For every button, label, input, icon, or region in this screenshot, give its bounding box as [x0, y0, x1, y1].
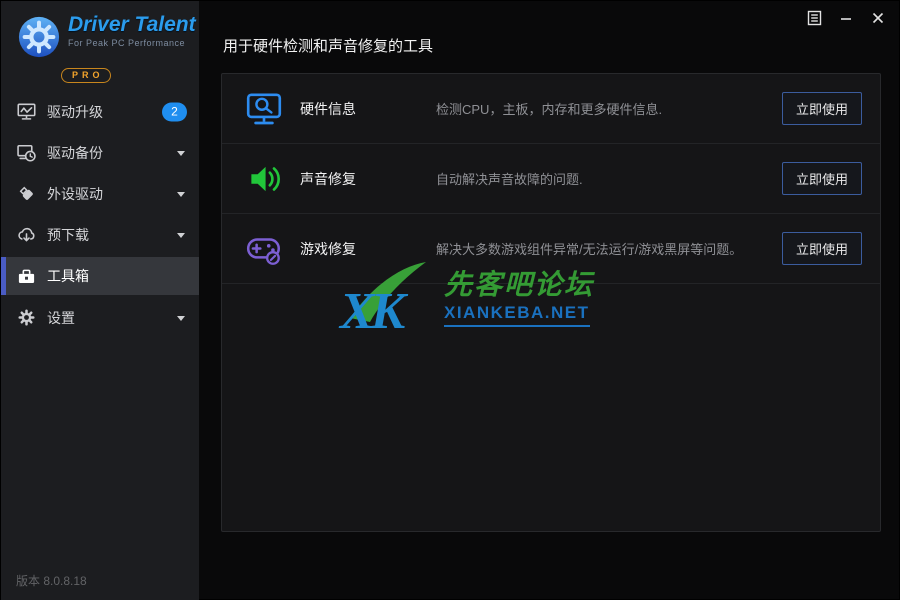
hardware-info-icon	[244, 89, 284, 129]
close-button[interactable]	[867, 8, 889, 28]
use-now-button-game-repair[interactable]: 立即使用	[782, 232, 862, 265]
use-now-button-sound-repair[interactable]: 立即使用	[782, 162, 862, 195]
sidebar-item-driver-backup[interactable]: 驱动备份	[1, 132, 199, 173]
pro-badge: PRO	[61, 68, 111, 83]
update-count-badge: 2	[162, 102, 187, 121]
chevron-down-icon[interactable]	[177, 233, 185, 238]
tool-description: 自动解决声音故障的问题.	[436, 169, 782, 188]
sidebar-item-label: 驱动升级	[47, 102, 103, 122]
sidebar-item-toolbox[interactable]: 工具箱	[1, 257, 199, 295]
sidebar-item-settings[interactable]: 设置	[1, 297, 199, 338]
sidebar-item-peripheral-drivers[interactable]: 外设驱动	[1, 173, 199, 214]
chevron-down-icon[interactable]	[177, 192, 185, 197]
app-logo: Driver Talent For Peak PC Performance PR…	[1, 1, 199, 91]
sidebar-item-label: 外设驱动	[47, 184, 103, 204]
menu-icon[interactable]	[803, 8, 825, 28]
tool-name: 游戏修复	[284, 239, 436, 259]
sidebar-nav: 驱动升级 2 驱动备份	[1, 91, 199, 338]
sidebar: Driver Talent For Peak PC Performance PR…	[1, 1, 199, 600]
tool-row-sound-repair: 声音修复 自动解决声音故障的问题. 立即使用	[222, 144, 880, 214]
tool-name: 声音修复	[284, 169, 436, 189]
driver-talent-gear-logo-icon	[17, 15, 61, 64]
xk-letters: XK	[340, 286, 401, 338]
sound-repair-icon	[244, 159, 284, 199]
main-area: 用于硬件检测和声音修复的工具 硬件信息 检测CPU，主板，内存和更多硬件信息. …	[199, 1, 900, 600]
gear-icon	[16, 308, 36, 328]
monitor-pulse-icon	[16, 102, 36, 122]
tool-row-hardware-info: 硬件信息 检测CPU，主板，内存和更多硬件信息. 立即使用	[222, 74, 880, 144]
sidebar-item-label: 设置	[47, 308, 75, 328]
chevron-down-icon[interactable]	[177, 151, 185, 156]
tool-description: 解决大多数游戏组件异常/无法运行/游戏黑屏等问题。	[436, 239, 782, 258]
sidebar-item-predownload[interactable]: 预下载	[1, 214, 199, 255]
app-title: Driver Talent	[68, 13, 196, 37]
version-label: 版本 8.0.8.18	[16, 572, 87, 589]
monitor-clock-icon	[16, 143, 36, 163]
tool-name: 硬件信息	[284, 99, 436, 119]
chevron-down-icon[interactable]	[177, 316, 185, 321]
sidebar-item-driver-upgrade[interactable]: 驱动升级 2	[1, 91, 199, 132]
minimize-button[interactable]	[835, 8, 857, 28]
game-repair-icon	[244, 229, 284, 269]
watermark-site-url: XIANKEBA.NET	[444, 303, 590, 327]
usb-icon	[16, 184, 36, 204]
page-title: 用于硬件检测和声音修复的工具	[223, 35, 433, 56]
window-controls	[803, 8, 889, 28]
sidebar-item-label: 预下载	[47, 225, 89, 245]
tool-description: 检测CPU，主板，内存和更多硬件信息.	[436, 99, 782, 118]
tools-panel: 硬件信息 检测CPU，主板，内存和更多硬件信息. 立即使用 声音修复 自动解决声…	[221, 73, 881, 532]
app-subtitle: For Peak PC Performance	[68, 38, 196, 48]
cloud-download-icon	[16, 225, 36, 245]
toolbox-icon	[16, 266, 36, 286]
sidebar-item-label: 工具箱	[47, 266, 89, 286]
use-now-button-hardware-info[interactable]: 立即使用	[782, 92, 862, 125]
tool-row-game-repair: 游戏修复 解决大多数游戏组件异常/无法运行/游戏黑屏等问题。 立即使用	[222, 214, 880, 284]
sidebar-item-label: 驱动备份	[47, 143, 103, 163]
